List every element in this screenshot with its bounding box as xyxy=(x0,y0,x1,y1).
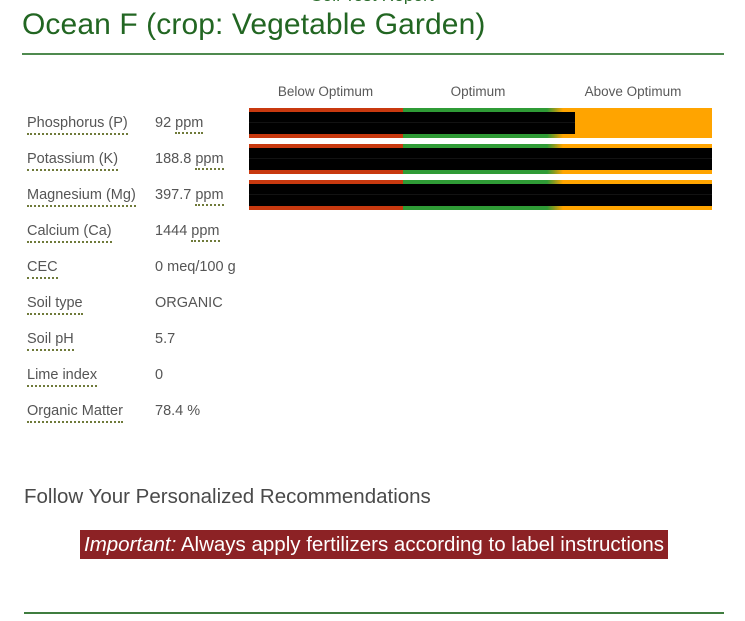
title-divider xyxy=(22,53,724,55)
table-row: Soil pH 5.7 xyxy=(27,324,242,360)
row-label: Lime index xyxy=(27,366,98,387)
table-row: Magnesium (Mg) 397.7 ppm xyxy=(27,180,242,216)
important-note: Important: Always apply fertilizers acco… xyxy=(80,528,680,562)
row-label: Magnesium (Mg) xyxy=(27,186,136,207)
chart-zone-headers: Below Optimum Optimum Above Optimum xyxy=(249,84,712,104)
nutrient-bar-phosphorus xyxy=(249,108,712,138)
important-note-emphasis: Important: xyxy=(84,533,177,556)
row-label: CEC xyxy=(27,258,58,279)
row-value-number: 92 xyxy=(155,115,172,131)
cut-off-header-text: Soil Test Report xyxy=(0,0,745,4)
table-row: CEC 0 meq/100 g xyxy=(27,252,242,288)
table-row: Phosphorus (P) 92 ppm xyxy=(27,108,242,144)
row-label: Soil pH xyxy=(27,330,74,351)
row-value-unit: ppm xyxy=(175,115,204,134)
row-value-unit: ppm xyxy=(191,223,220,242)
bottom-divider xyxy=(24,612,724,614)
soil-properties-table: Phosphorus (P) 92 ppm Potassium (K) 188.… xyxy=(27,108,242,432)
row-label: Potassium (K) xyxy=(27,150,119,171)
value-indicator-bar xyxy=(249,184,712,206)
row-value-unit: meq/100 g xyxy=(167,259,236,275)
row-value-unit: ppm xyxy=(195,151,224,170)
row-value: 1444 ppm xyxy=(155,222,220,242)
row-value: 188.8 ppm xyxy=(155,150,224,170)
table-row: Potassium (K) 188.8 ppm xyxy=(27,144,242,180)
row-value: 0 xyxy=(155,366,163,384)
row-value-number: 0 xyxy=(155,259,164,275)
row-value: 78.4 % xyxy=(155,402,200,420)
row-value: 92 ppm xyxy=(155,114,204,134)
table-row: Organic Matter 78.4 % xyxy=(27,396,242,432)
zone-header-optimum: Optimum xyxy=(450,84,506,99)
row-value-number: 0 xyxy=(155,367,164,383)
nutrient-bar-potassium xyxy=(249,144,712,174)
row-value: 5.7 xyxy=(155,330,175,348)
table-row: Soil type ORGANIC xyxy=(27,288,242,324)
row-value-number: ORGANIC xyxy=(155,295,223,311)
value-indicator-bar xyxy=(249,148,712,170)
row-label: Phosphorus (P) xyxy=(27,114,128,135)
row-value: 397.7 ppm xyxy=(155,186,224,206)
row-label: Soil type xyxy=(27,294,83,315)
row-value-number: 188.8 xyxy=(155,151,192,167)
value-indicator-bar xyxy=(249,112,576,134)
row-value: ORGANIC xyxy=(155,294,223,312)
row-value-number: 78.4 xyxy=(155,403,184,419)
important-note-text: Always apply fertilizers according to la… xyxy=(180,533,664,556)
table-row: Lime index 0 xyxy=(27,360,242,396)
row-value-number: 397.7 xyxy=(155,187,192,203)
recommendations-heading: Follow Your Personalized Recommendations xyxy=(24,485,431,508)
nutrient-bar-magnesium xyxy=(249,180,712,210)
row-label: Calcium (Ca) xyxy=(27,222,112,243)
page-title: Ocean F (crop: Vegetable Garden) xyxy=(22,8,486,41)
zone-header-below-optimum: Below Optimum xyxy=(277,84,374,99)
row-value-number: 1444 xyxy=(155,223,188,239)
nutrient-level-bars xyxy=(249,108,712,216)
row-value: 0 meq/100 g xyxy=(155,258,236,276)
row-value-unit: % xyxy=(187,403,201,419)
row-label: Organic Matter xyxy=(27,402,123,423)
row-value-unit: ppm xyxy=(195,187,224,206)
zone-above-optimum xyxy=(555,108,712,138)
table-row: Calcium (Ca) 1444 ppm xyxy=(27,216,242,252)
zone-header-above-optimum: Above Optimum xyxy=(584,84,682,99)
row-value-number: 5.7 xyxy=(155,331,176,347)
